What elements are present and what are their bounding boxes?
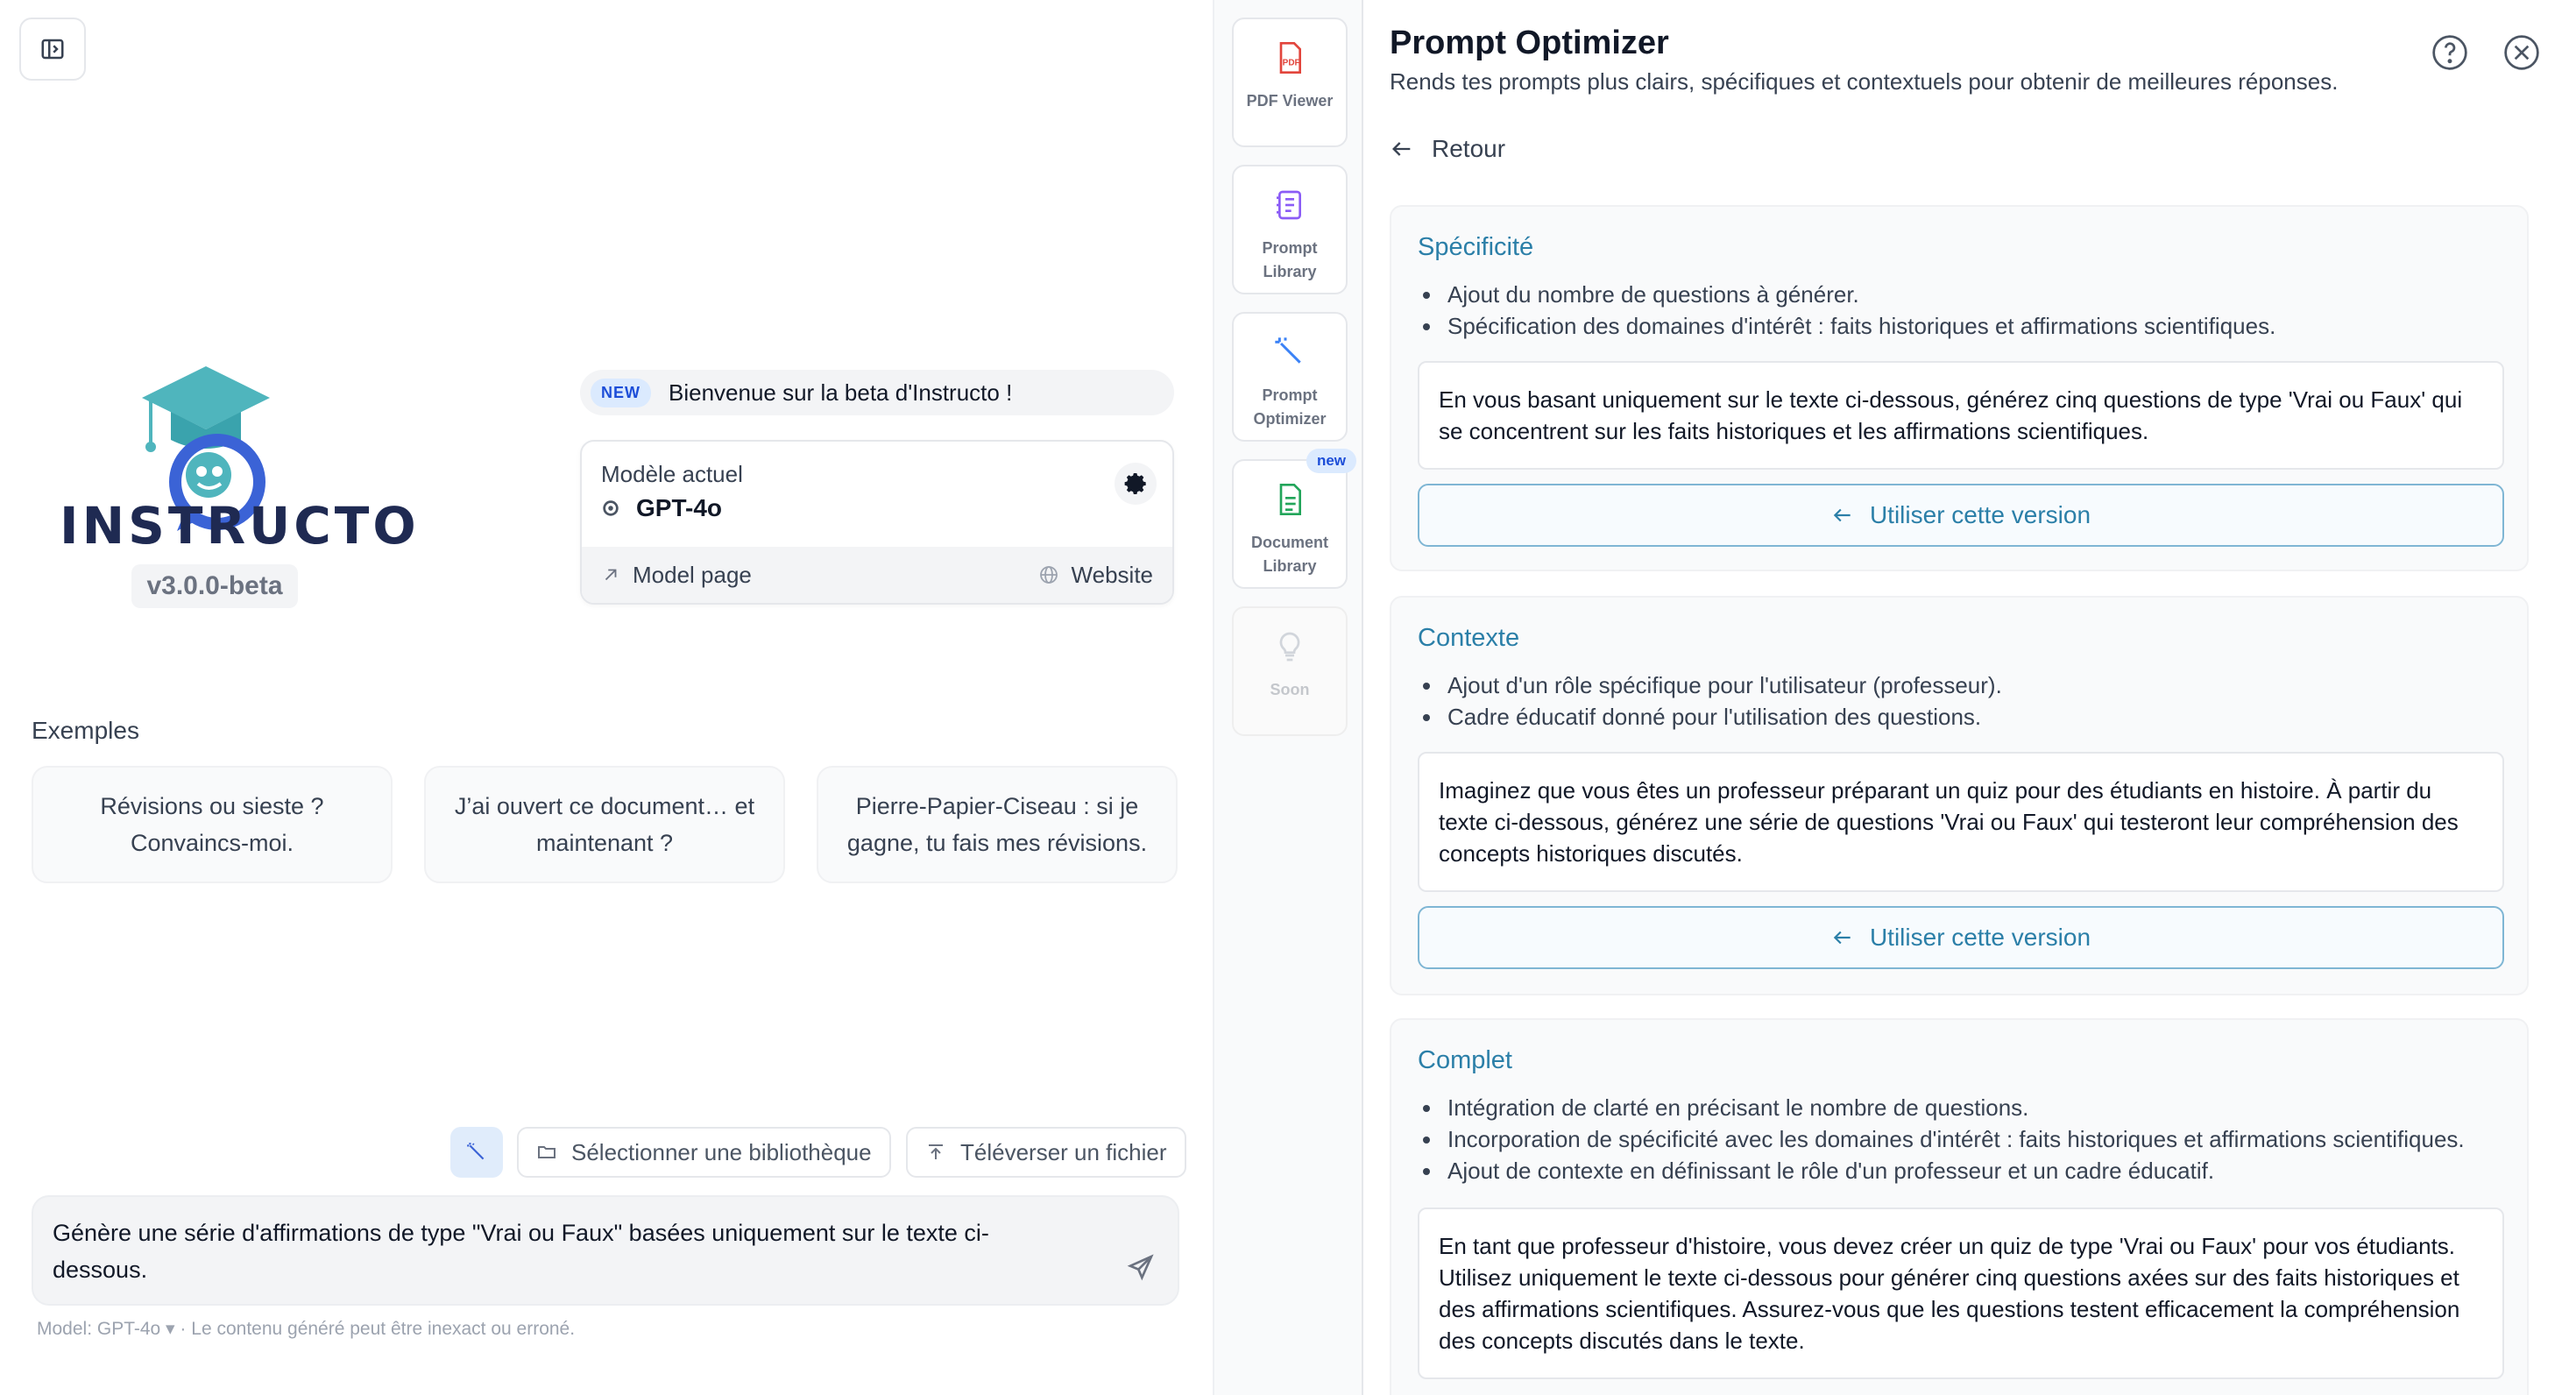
rail-label: Soon <box>1270 681 1310 698</box>
model-name: GPT-4o <box>601 494 722 522</box>
website-link[interactable]: Website <box>1038 562 1153 589</box>
section-title: Complet <box>1418 1046 1512 1074</box>
model-card: Modèle actuel GPT-4o Model page Website <box>580 440 1174 605</box>
bullet-item: Intégration de clarté en précisant le no… <box>1418 1092 2465 1123</box>
arrow-up-right-icon <box>605 569 617 581</box>
logo-wordmark: INSTRUCTO <box>60 496 420 556</box>
send-icon[interactable] <box>1127 1253 1155 1281</box>
model-name-text: GPT-4o <box>636 494 723 521</box>
rail-label: Prompt Optimizer <box>1253 386 1327 428</box>
section-specificite: Spécificité Ajout du nombre de questions… <box>1390 205 2529 571</box>
section-title: Contexte <box>1418 624 1520 652</box>
chat-pane: INSTRUCTO v3.0.0-beta NEW Bienvenue sur … <box>0 0 1213 1395</box>
arrow-left-icon <box>1392 142 1411 156</box>
sidebar-toggle-button[interactable] <box>19 18 86 81</box>
pdf-icon: PDF <box>1279 42 1301 74</box>
welcome-banner: NEW Bienvenue sur la beta d'Instructo ! <box>580 370 1174 415</box>
upload-icon <box>929 1144 943 1159</box>
composer-text[interactable]: Génère une série d'affirmations de type … <box>53 1214 1078 1288</box>
use-version-label: Utiliser cette version <box>1869 924 2091 951</box>
rail-item-pdf-viewer[interactable]: PDF PDF Viewer <box>1232 18 1348 147</box>
model-label: Modèle actuel <box>601 461 743 487</box>
rail-item-document-library[interactable]: new Document Library <box>1232 449 1356 589</box>
sidebar-toggle-icon <box>41 39 64 60</box>
disclaimer: Model: GPT-4o ▾ · Le contenu généré peut… <box>37 1319 576 1339</box>
svg-text:PDF: PDF <box>1283 58 1300 67</box>
model-page-link[interactable]: Model page <box>601 562 752 589</box>
section-title: Spécificité <box>1418 233 1534 261</box>
upload-file-button[interactable]: Téléverser un fichier <box>906 1127 1186 1178</box>
new-badge: new <box>1306 449 1356 473</box>
bullet-item: Ajout d'un rôle spécifique pour l'utilis… <box>1418 669 2002 701</box>
model-settings-button[interactable] <box>1115 463 1157 505</box>
examples-title: Exemples <box>32 717 139 744</box>
rail-item-prompt-library[interactable]: Prompt Library <box>1232 165 1348 294</box>
panel-title: Prompt Optimizer <box>1390 25 1669 61</box>
bullet-item: Ajout de contexte en définissant le rôle… <box>1418 1155 2465 1186</box>
rail-label: Document Library <box>1250 534 1328 575</box>
back-label: Retour <box>1432 135 1506 162</box>
select-library-label: Sélectionner une bibliothèque <box>571 1138 872 1165</box>
tool-rail: PDF PDF Viewer Prompt Library Prompt Opt… <box>1213 0 1363 1395</box>
example-card[interactable]: Révisions ou sieste ? Convaincs-moi. <box>32 766 393 883</box>
globe-icon <box>1039 566 1058 584</box>
bullet-list: Ajout d'un rôle spécifique pour l'utilis… <box>1418 669 2002 733</box>
model-page-label: Model page <box>633 561 752 588</box>
optimized-prompt: En tant que professeur d'histoire, vous … <box>1418 1207 2504 1379</box>
section-contexte: Contexte Ajout d'un rôle spécifique pour… <box>1390 596 2529 995</box>
version-badge: v3.0.0-beta <box>131 564 298 608</box>
rail-label: PDF Viewer <box>1246 92 1334 110</box>
section-complet: Complet Intégration de clarté en précisa… <box>1390 1018 2529 1395</box>
message-composer[interactable]: Génère une série d'affirmations de type … <box>32 1195 1179 1306</box>
welcome-text: Bienvenue sur la beta d'Instructo ! <box>669 379 1013 406</box>
bullet-item: Spécification des domaines d'intérêt : f… <box>1418 310 2275 342</box>
document-icon <box>1279 484 1301 515</box>
arrow-left-icon <box>1833 508 1851 522</box>
use-version-button[interactable]: Utiliser cette version <box>1418 906 2504 969</box>
optimized-prompt: En vous basant uniquement sur le texte c… <box>1418 361 2504 470</box>
rail-item-soon: Soon <box>1232 606 1348 736</box>
new-badge: NEW <box>591 378 651 407</box>
use-version-label: Utiliser cette version <box>1869 501 2091 528</box>
bullet-list: Intégration de clarté en précisant le no… <box>1418 1092 2465 1186</box>
wand-icon <box>467 1143 485 1160</box>
rail-label: Prompt Library <box>1262 239 1318 280</box>
folder-icon <box>538 1146 556 1158</box>
prompt-optimizer-button[interactable] <box>450 1127 503 1178</box>
optimized-prompt: Imaginez que vous êtes un professeur pré… <box>1418 752 2504 892</box>
bullet-item: Cadre éducatif donné pour l'utilisation … <box>1418 701 2002 733</box>
gear-icon <box>1124 473 1146 494</box>
arrow-left-icon <box>1833 931 1851 945</box>
bullet-item: Ajout du nombre de questions à générer. <box>1418 279 2275 310</box>
upload-file-label: Téléverser un fichier <box>960 1138 1167 1165</box>
library-icon <box>1277 190 1301 220</box>
wand-icon <box>1275 337 1301 364</box>
rail-item-prompt-optimizer[interactable]: Prompt Optimizer <box>1232 312 1348 442</box>
model-card-footer: Model page Website <box>582 547 1172 603</box>
bullet-list: Ajout du nombre de questions à générer. … <box>1418 279 2275 342</box>
bullet-item: Incorporation de spécificité avec les do… <box>1418 1123 2465 1155</box>
back-button[interactable]: Retour <box>1390 135 1505 163</box>
openai-icon <box>603 500 619 516</box>
close-icon[interactable] <box>2502 33 2541 72</box>
select-library-button[interactable]: Sélectionner une bibliothèque <box>517 1127 891 1178</box>
app-root: INSTRUCTO v3.0.0-beta NEW Bienvenue sur … <box>0 0 2576 1395</box>
example-card[interactable]: Pierre-Papier-Ciseau : si je gagne, tu f… <box>817 766 1178 883</box>
lightbulb-icon <box>1279 632 1300 662</box>
use-version-button[interactable]: Utiliser cette version <box>1418 484 2504 547</box>
help-icon[interactable] <box>2431 33 2469 72</box>
panel-subtitle: Rends tes prompts plus clairs, spécifiqu… <box>1390 68 2339 95</box>
example-card[interactable]: J’ai ouvert ce document… et maintenant ? <box>424 766 785 883</box>
website-label: Website <box>1071 561 1153 588</box>
prompt-optimizer-panel: Prompt Optimizer Rends tes prompts plus … <box>1363 0 2576 1395</box>
